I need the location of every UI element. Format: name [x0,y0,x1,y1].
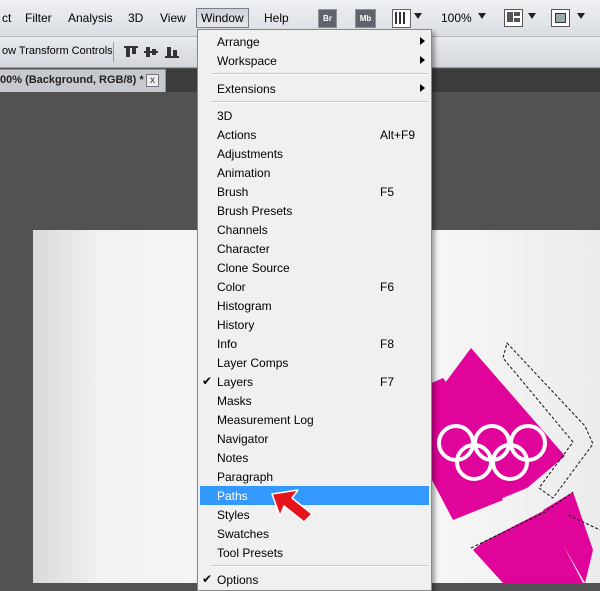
document-tab-title: 00% (Background, RGB/8) * [0,74,144,86]
menu-item-label: Info [217,337,238,351]
menu-item-color[interactable]: Color F6 [200,277,429,296]
checkmark-icon: ✔ [202,572,213,586]
menu-item-label: 3D [217,109,233,123]
options-divider [113,42,114,62]
chevron-down-icon[interactable] [577,13,585,19]
menu-item-label: Layers [217,375,254,389]
menu-item-layers[interactable]: ✔ Layers F7 [200,372,429,391]
menu-item-label: Arrange [217,35,260,49]
screen-mode-button[interactable] [551,9,570,27]
menu-item-label: Adjustments [217,147,284,161]
menu-item-layer-comps[interactable]: Layer Comps [200,353,429,372]
arrange-documents-button[interactable] [504,9,523,27]
menu-item-label: Workspace [217,54,277,68]
menu-item-options[interactable]: ✔ Options [200,570,429,589]
menu-item-measurement-log[interactable]: Measurement Log [200,410,429,429]
menu-item-history[interactable]: History [200,315,429,334]
submenu-arrow-icon [420,37,425,45]
menu-item-navigator[interactable]: Navigator [200,429,429,448]
menu-item-label: Clone Source [217,261,290,275]
menu-3d[interactable]: 3D [128,11,143,25]
screen-mode-icon [555,13,566,23]
menu-separator [212,73,428,75]
menu-item-brush[interactable]: Brush F5 [200,182,429,201]
menu-item-label: Swatches [217,527,270,541]
menu-item-shortcut: F6 [380,280,395,294]
menu-item-histogram[interactable]: Histogram [200,296,429,315]
show-transform-controls-label[interactable]: ow Transform Controls [2,45,113,57]
menu-item-label: Character [217,242,270,256]
menu-select[interactable]: ct [2,11,11,25]
align-vertical-center-icon[interactable] [144,46,158,58]
menu-item-label: Brush [217,185,249,199]
menu-item-masks[interactable]: Masks [200,391,429,410]
menu-item-label: Paragraph [217,470,274,484]
align-bottom-icon[interactable] [165,46,179,58]
menu-item-tool-presets[interactable]: Tool Presets [200,543,429,562]
menu-item-3d[interactable]: 3D [200,106,429,125]
menu-item-shortcut: F7 [380,375,395,389]
menu-item-label: Tool Presets [217,546,284,560]
menu-item-info[interactable]: Info F8 [200,334,429,353]
menu-item-label: Navigator [217,432,269,446]
submenu-arrow-icon [420,84,425,92]
layout-icon-part [514,12,520,16]
menu-help[interactable]: Help [264,11,289,25]
chevron-down-icon[interactable] [478,13,486,19]
menu-item-brush-presets[interactable]: Brush Presets [200,201,429,220]
menu-item-label: Channels [217,223,268,237]
menu-item-clone-source[interactable]: Clone Source [200,258,429,277]
align-top-icon[interactable] [124,46,138,58]
menu-item-workspace[interactable]: Workspace [200,51,429,70]
menu-item-shortcut: F5 [380,185,395,199]
menu-item-label: History [217,318,255,332]
menu-item-label: Masks [217,394,252,408]
view-extras-button[interactable] [392,9,411,28]
layout-icon-part [514,18,520,22]
menu-item-arrange[interactable]: Arrange [200,32,429,51]
menu-item-label: Actions [217,128,257,142]
menu-item-label: Histogram [217,299,272,313]
menu-item-animation[interactable]: Animation [200,163,429,182]
menu-item-label: Extensions [217,82,276,96]
menu-analysis[interactable]: Analysis [68,11,113,25]
menu-item-shortcut: F8 [380,337,395,351]
menu-item-label: Color [217,280,246,294]
mini-bridge-button[interactable]: Mb [355,9,376,28]
menu-item-label: Options [217,573,259,587]
zoom-level[interactable]: 100% [441,11,472,25]
menu-filter[interactable]: Filter [25,11,52,25]
menu-item-character[interactable]: Character [200,239,429,258]
menu-window[interactable]: Window [196,8,249,28]
menu-separator [212,565,428,567]
logo-shape-upper [427,342,594,520]
menu-item-shortcut: Alt+F9 [380,128,416,142]
menu-item-label: Brush Presets [217,204,293,218]
submenu-arrow-icon [420,56,425,64]
bridge-button[interactable]: Br [318,9,337,28]
menu-item-adjustments[interactable]: Adjustments [200,144,429,163]
menu-item-label: Layer Comps [217,356,289,370]
logo-shape-lower [470,491,600,583]
menu-item-swatches[interactable]: Swatches [200,524,429,543]
menu-item-label: Animation [217,166,271,180]
menu-item-label: Styles [217,508,250,522]
menu-item-actions[interactable]: Actions Alt+F9 [200,125,429,144]
chevron-down-icon[interactable] [414,13,422,19]
chevron-down-icon[interactable] [528,13,536,19]
menu-separator [212,101,428,103]
menu-item-label: Paths [217,489,248,503]
menu-item-label: Notes [217,451,249,465]
menu-view[interactable]: View [160,11,186,25]
menu-item-channels[interactable]: Channels [200,220,429,239]
document-tab[interactable]: 00% (Background, RGB/8) * x [0,69,166,93]
menu-item-extensions[interactable]: Extensions [200,79,429,98]
menu-item-label: Measurement Log [217,413,314,427]
grid-icon [395,12,407,24]
red-arrow-icon [271,489,313,523]
layout-icon [507,12,513,22]
close-icon[interactable]: x [146,74,159,87]
menu-item-notes[interactable]: Notes [200,448,429,467]
checkmark-icon: ✔ [202,374,213,388]
